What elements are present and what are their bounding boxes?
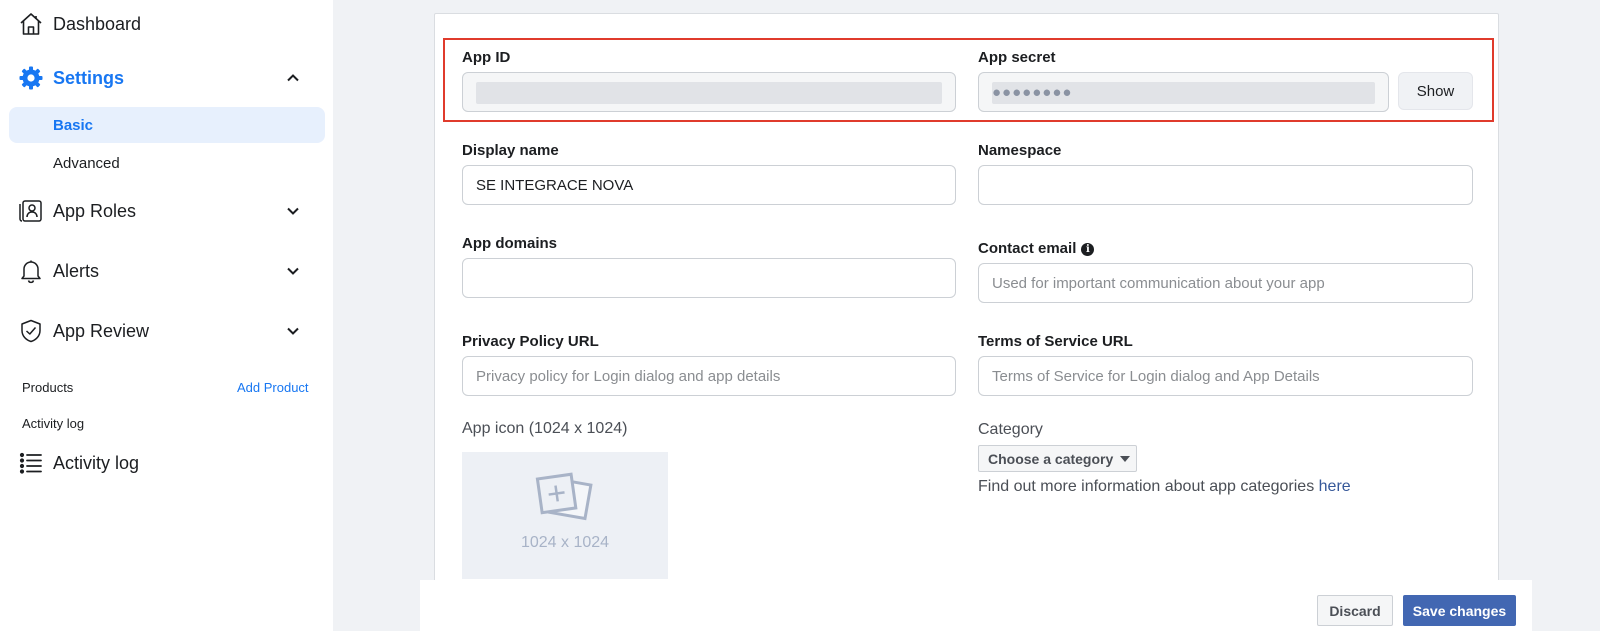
app-icon-label: App icon (1024 x 1024) bbox=[462, 420, 628, 437]
app-id-redacted bbox=[476, 82, 942, 104]
chevron-down-icon[interactable] bbox=[284, 202, 302, 220]
gear-icon bbox=[18, 65, 44, 91]
namespace-input[interactable] bbox=[978, 165, 1473, 205]
category-info-link[interactable]: here bbox=[1319, 478, 1351, 495]
category-label: Category bbox=[978, 421, 1043, 438]
category-info-text: Find out more information about app cate… bbox=[978, 478, 1319, 495]
info-icon[interactable]: i bbox=[1081, 243, 1095, 256]
display-name-input[interactable]: SE INTEGRACE NOVA bbox=[462, 165, 956, 205]
contact-email-input[interactable]: Used for important communication about y… bbox=[978, 263, 1473, 303]
sidebar-item-label: App Roles bbox=[53, 200, 137, 221]
display-name-value: SE INTEGRACE NOVA bbox=[476, 176, 634, 194]
privacy-policy-input[interactable]: Privacy policy for Login dialog and app … bbox=[462, 356, 956, 396]
choose-category-dropdown[interactable]: Choose a category bbox=[978, 445, 1137, 472]
image-placeholder-icon bbox=[535, 472, 593, 521]
sidebar-subitem-basic[interactable]: Basic bbox=[9, 107, 325, 143]
app-domains-label: App domains bbox=[462, 235, 558, 252]
sidebar-subitem-label: Basic bbox=[53, 116, 94, 134]
terms-of-service-input[interactable]: Terms of Service for Login dialog and Ap… bbox=[978, 356, 1473, 396]
choose-category-label: Choose a category bbox=[988, 450, 1114, 467]
privacy-policy-placeholder: Privacy policy for Login dialog and app … bbox=[476, 367, 781, 385]
app-secret-value: ●●●●●●●● bbox=[992, 83, 1073, 101]
save-changes-button[interactable]: Save changes bbox=[1403, 595, 1516, 626]
sidebar-item-label: Alerts bbox=[53, 260, 100, 281]
sidebar-item-alerts[interactable]: Alerts bbox=[0, 251, 333, 291]
app-icon-upload[interactable]: 1024 x 1024 bbox=[462, 452, 668, 579]
show-secret-button[interactable]: Show bbox=[1398, 72, 1473, 110]
chevron-down-icon[interactable] bbox=[284, 322, 302, 340]
namespace-label: Namespace bbox=[978, 142, 1062, 159]
caret-down-icon bbox=[1120, 455, 1131, 462]
display-name-label: Display name bbox=[462, 142, 559, 159]
terms-of-service-label: Terms of Service URL bbox=[978, 333, 1133, 350]
app-icon-size-text: 1024 x 1024 bbox=[520, 534, 610, 551]
bell-icon bbox=[18, 258, 44, 284]
sidebar-item-settings[interactable]: Settings bbox=[0, 58, 333, 98]
chevron-down-icon[interactable] bbox=[284, 262, 302, 280]
app-domains-input[interactable] bbox=[462, 258, 956, 298]
privacy-policy-label: Privacy Policy URL bbox=[462, 333, 599, 350]
sidebar-item-label: Settings bbox=[53, 67, 125, 88]
category-info: Find out more information about app cate… bbox=[978, 478, 1351, 496]
shield-check-icon bbox=[18, 318, 44, 344]
products-section-label: Products bbox=[22, 380, 74, 395]
app-id-label: App ID bbox=[462, 49, 511, 66]
sidebar-item-app-roles[interactable]: App Roles bbox=[0, 191, 333, 231]
contact-email-placeholder: Used for important communication about y… bbox=[992, 274, 1325, 292]
activity-log-section-label: Activity log bbox=[22, 416, 85, 431]
sidebar-item-activity-log[interactable]: Activity log bbox=[0, 443, 333, 483]
sidebar-subitem-label: Advanced bbox=[53, 154, 120, 172]
list-icon bbox=[18, 450, 44, 476]
app-secret-field[interactable]: ●●●●●●●● bbox=[978, 72, 1389, 112]
sidebar-subitem-advanced[interactable]: Advanced bbox=[9, 145, 325, 181]
contact-email-label-text: Contact email bbox=[978, 240, 1077, 257]
sidebar-item-dashboard[interactable]: Dashboard bbox=[0, 4, 333, 44]
add-product-link[interactable]: Add Product bbox=[237, 380, 309, 395]
sidebar-item-label: Activity log bbox=[53, 452, 140, 473]
app-id-field[interactable] bbox=[462, 72, 956, 112]
sidebar-item-app-review[interactable]: App Review bbox=[0, 311, 333, 351]
terms-of-service-placeholder: Terms of Service for Login dialog and Ap… bbox=[992, 367, 1320, 385]
sidebar: Dashboard Settings Basic Advanced App Ro… bbox=[0, 0, 333, 631]
discard-button[interactable]: Discard bbox=[1317, 595, 1393, 626]
chevron-up-icon[interactable] bbox=[284, 69, 302, 87]
sidebar-item-label: App Review bbox=[53, 320, 150, 341]
contact-email-label: Contact email i bbox=[978, 240, 1095, 257]
app-secret-label: App secret bbox=[978, 49, 1056, 66]
id-badge-icon bbox=[18, 198, 44, 224]
home-icon bbox=[18, 11, 44, 37]
sidebar-item-label: Dashboard bbox=[53, 13, 142, 34]
